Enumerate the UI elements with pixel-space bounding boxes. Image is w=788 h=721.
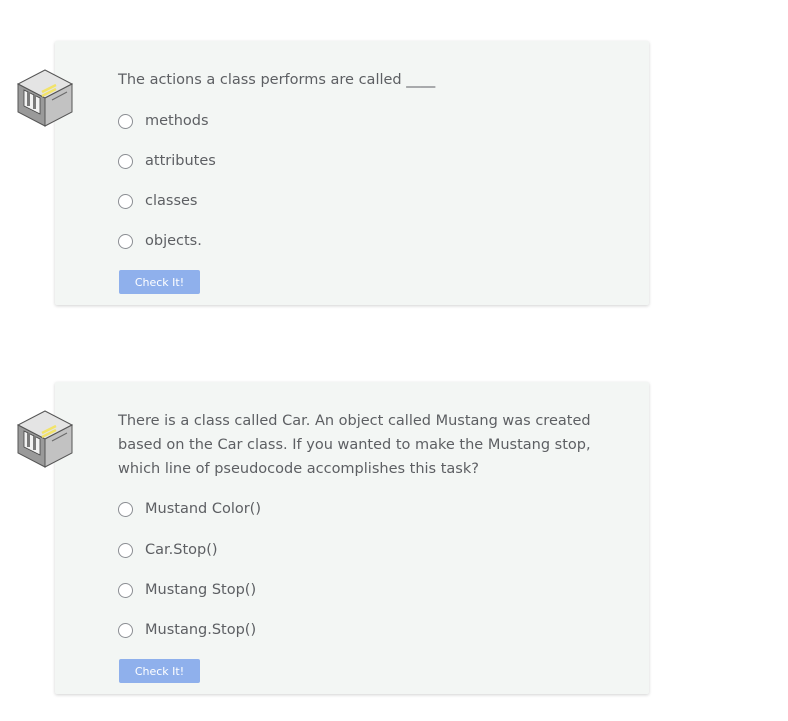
radio-button[interactable] (118, 542, 133, 558)
check-it-button[interactable]: Check It! (119, 270, 200, 294)
option-attributes[interactable]: attributes (118, 150, 216, 172)
option-label: objects. (145, 233, 202, 249)
radio-button[interactable] (118, 622, 133, 638)
option-car-stop[interactable]: Car.Stop() (118, 539, 218, 561)
option-mustang-stop-dot[interactable]: Mustang.Stop() (118, 619, 256, 641)
option-label: Car.Stop() (145, 542, 218, 558)
radio-button[interactable] (118, 153, 133, 169)
radio-button[interactable] (118, 193, 133, 209)
quiz-card-2: There is a class called Car. An object c… (16, 382, 649, 694)
option-label: Mustand Color() (145, 501, 261, 517)
radio-button[interactable] (118, 113, 133, 129)
option-label: methods (145, 113, 209, 129)
option-classes[interactable]: classes (118, 190, 197, 212)
quiz-card-1: The actions a class performs are called … (16, 41, 649, 305)
check-it-button[interactable]: Check It! (119, 659, 200, 683)
option-objects[interactable]: objects. (118, 230, 202, 252)
option-methods[interactable]: methods (118, 110, 209, 132)
option-label: classes (145, 193, 198, 209)
quiz-robot-icon (16, 69, 74, 127)
option-mustang-stop-space[interactable]: Mustang Stop() (118, 579, 256, 601)
radio-button[interactable] (118, 501, 133, 517)
quiz-robot-icon (16, 410, 74, 468)
question-text: There is a class called Car. An object c… (118, 413, 591, 477)
question-text: The actions a class performs are called … (118, 72, 436, 88)
option-mustand-color[interactable]: Mustand Color() (118, 498, 261, 520)
option-label: Mustang Stop() (145, 582, 257, 598)
radio-button[interactable] (118, 582, 133, 598)
option-label: attributes (145, 153, 216, 169)
radio-button[interactable] (118, 233, 133, 249)
option-label: Mustang.Stop() (145, 622, 257, 638)
